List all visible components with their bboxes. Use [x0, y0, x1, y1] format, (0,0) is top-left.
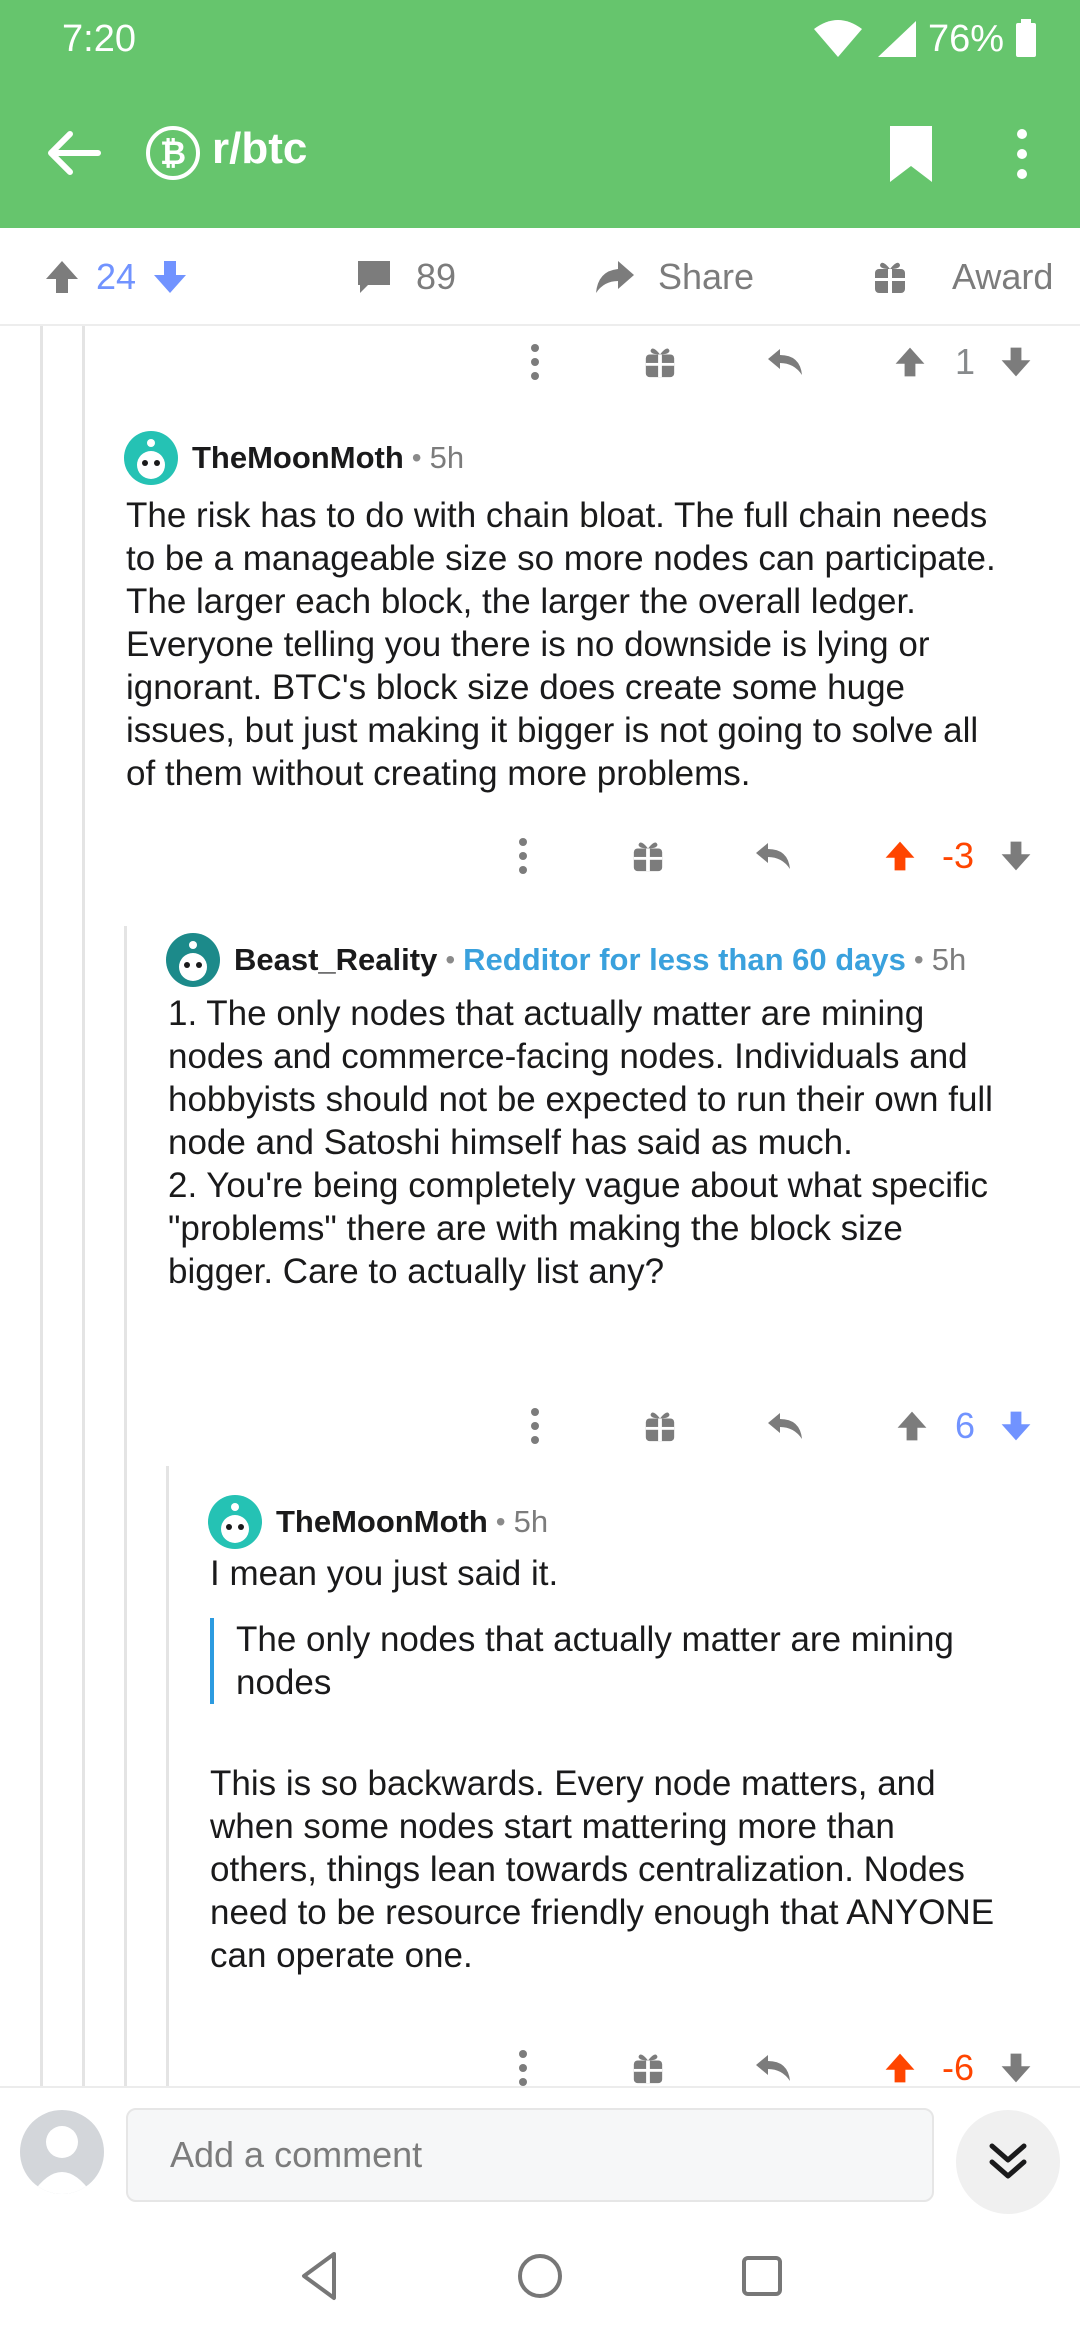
- separator-dot: •: [913, 944, 924, 975]
- comment-score: -6: [941, 2047, 974, 2086]
- post-action-bar: 24 89 Share Award: [0, 228, 1080, 326]
- comments-button[interactable]: 89: [354, 228, 456, 326]
- comment-time: 5h: [429, 440, 465, 475]
- system-nav-bar: [0, 2216, 1080, 2340]
- upvote-icon[interactable]: [890, 338, 930, 386]
- avatar[interactable]: [208, 1495, 262, 1549]
- comment-score: -3: [941, 835, 974, 876]
- more-vert-icon[interactable]: [520, 1402, 550, 1450]
- comment-body: This is so backwards. Every node matters…: [210, 1764, 995, 1975]
- separator-dot: •: [495, 1506, 506, 1537]
- share-label: Share: [658, 256, 755, 297]
- separator-dot: •: [445, 944, 456, 975]
- bitcoin-icon[interactable]: ₿: [146, 126, 200, 180]
- share-button[interactable]: Share: [594, 228, 754, 326]
- comment-composer: Add a comment: [0, 2086, 1080, 2216]
- blockquote: The only nodes that actually matter are …: [210, 1618, 1070, 1704]
- gift-icon[interactable]: [628, 2044, 668, 2086]
- post-score: 24: [96, 256, 137, 297]
- more-vert-icon[interactable]: [508, 2044, 538, 2086]
- battery-percent: 76%: [927, 17, 1004, 60]
- comment-action-bar: 1: [0, 330, 1080, 394]
- collapse-icon: [989, 2143, 1027, 2179]
- downvote-icon[interactable]: [996, 2044, 1036, 2086]
- downvote-icon[interactable]: [996, 1402, 1036, 1450]
- app-header: 7:20 76% ₿ r/btc: [0, 0, 1080, 228]
- gift-icon: [875, 262, 905, 293]
- status-time: 7:20: [62, 18, 136, 60]
- comment-time: 5h: [513, 1504, 549, 1539]
- nav-back-icon[interactable]: [290, 2246, 350, 2306]
- award-button[interactable]: Award: [872, 228, 1053, 326]
- thread-line[interactable]: [82, 326, 85, 2086]
- reply-icon[interactable]: [764, 338, 808, 386]
- upvote-icon[interactable]: [42, 257, 82, 297]
- downvote-icon[interactable]: [996, 338, 1036, 386]
- downvote-icon[interactable]: [996, 832, 1036, 880]
- comment-action-bar: 6: [0, 1394, 1080, 1458]
- thread-line[interactable]: [40, 326, 43, 2086]
- more-vert-icon[interactable]: [1004, 124, 1040, 184]
- signal-icon: [877, 21, 916, 57]
- upvote-icon[interactable]: [892, 1402, 932, 1450]
- add-comment-input[interactable]: Add a comment: [126, 2108, 934, 2202]
- comment-score: 1: [954, 341, 976, 382]
- comment-score: 6: [954, 1405, 976, 1446]
- subreddit-name[interactable]: r/btc: [212, 124, 307, 174]
- gift-icon[interactable]: [628, 832, 668, 880]
- wifi-icon: [813, 20, 862, 57]
- comment-action-bar: -6: [0, 2036, 1080, 2086]
- avatar[interactable]: [166, 933, 220, 987]
- thread-line[interactable]: [124, 926, 127, 2086]
- user-flair: Redditor for less than 60 days: [463, 942, 906, 977]
- comment-author[interactable]: Beast_Reality: [234, 942, 437, 978]
- reply-icon[interactable]: [752, 2044, 796, 2086]
- reply-icon[interactable]: [752, 832, 796, 880]
- separator-dot: •: [411, 442, 422, 473]
- comment-thread: 1 TheMoonMoth • 5h The risk has to do wi…: [0, 326, 1080, 2086]
- gift-icon[interactable]: [640, 338, 680, 386]
- comment-author[interactable]: TheMoonMoth: [276, 1504, 488, 1540]
- comment-body: 1. The only nodes that actually matter a…: [168, 994, 993, 1291]
- reply-icon[interactable]: [764, 1402, 808, 1450]
- battery-icon: [1016, 19, 1036, 57]
- comment-header: TheMoonMoth • 5h: [124, 430, 464, 486]
- more-vert-icon[interactable]: [520, 338, 550, 386]
- comment-time: 5h: [931, 942, 967, 977]
- share-icon: [596, 261, 634, 293]
- comment-header: TheMoonMoth • 5h: [208, 1494, 548, 1550]
- status-icons: 76%: [812, 14, 1038, 64]
- more-vert-icon[interactable]: [508, 832, 538, 880]
- comment-body: The risk has to do with chain bloat. The…: [126, 496, 996, 793]
- bookmark-icon[interactable]: [886, 124, 936, 184]
- avatar[interactable]: [124, 431, 178, 485]
- comment-author[interactable]: TheMoonMoth: [192, 440, 404, 476]
- upvote-icon[interactable]: [880, 2044, 920, 2086]
- comment-header: Beast_Reality • Redditor for less than 6…: [166, 932, 966, 988]
- downvote-icon[interactable]: [150, 257, 190, 297]
- thread-line[interactable]: [166, 1466, 169, 2086]
- post-vote-control: 24: [42, 228, 190, 326]
- nav-recents-icon[interactable]: [732, 2246, 792, 2306]
- comment-icon: [358, 261, 390, 293]
- award-label: Award: [952, 256, 1054, 297]
- comment-action-bar: -3: [0, 824, 1080, 888]
- upvote-icon[interactable]: [880, 832, 920, 880]
- nav-home-icon[interactable]: [510, 2246, 570, 2306]
- comment-count: 89: [416, 256, 457, 297]
- avatar[interactable]: [20, 2110, 104, 2194]
- gift-icon[interactable]: [640, 1402, 680, 1450]
- back-arrow-icon[interactable]: [40, 120, 106, 186]
- collapse-threads-button[interactable]: [956, 2110, 1060, 2214]
- comment-body-intro: I mean you just said it.: [210, 1554, 559, 1593]
